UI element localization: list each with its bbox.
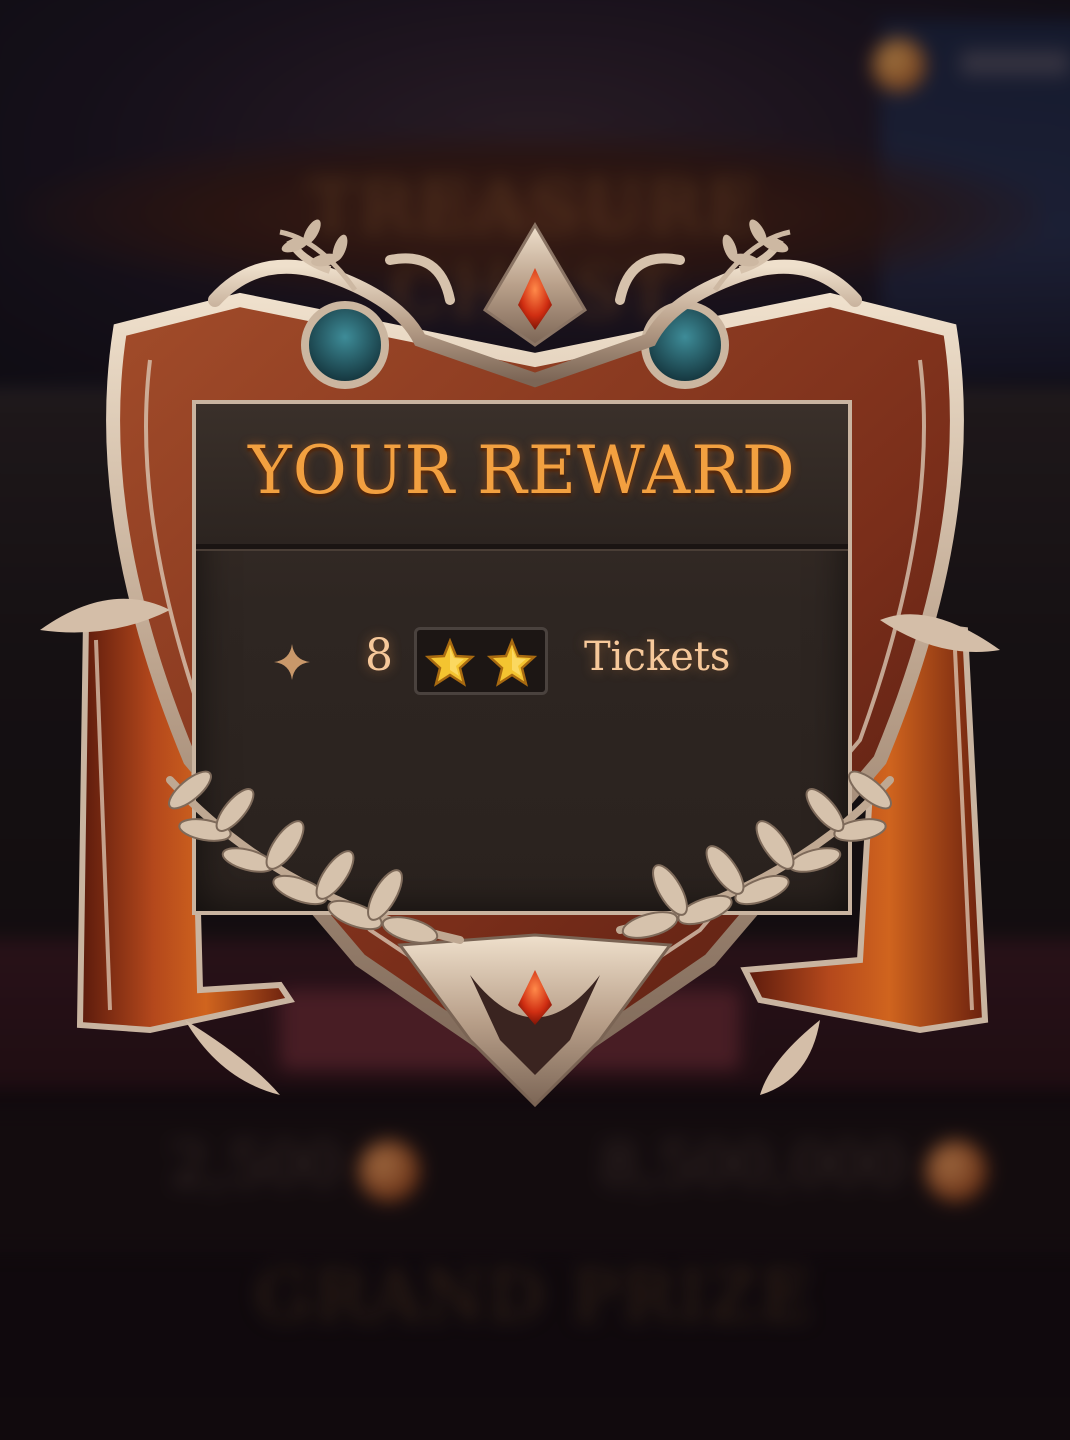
bottom-left-laurel-icon	[166, 770, 464, 944]
bottom-laurels	[166, 770, 894, 944]
reward-dialog: YOUR REWARD 8 Tickets	[0, 0, 1070, 1440]
bottom-right-laurel-icon	[616, 770, 894, 939]
